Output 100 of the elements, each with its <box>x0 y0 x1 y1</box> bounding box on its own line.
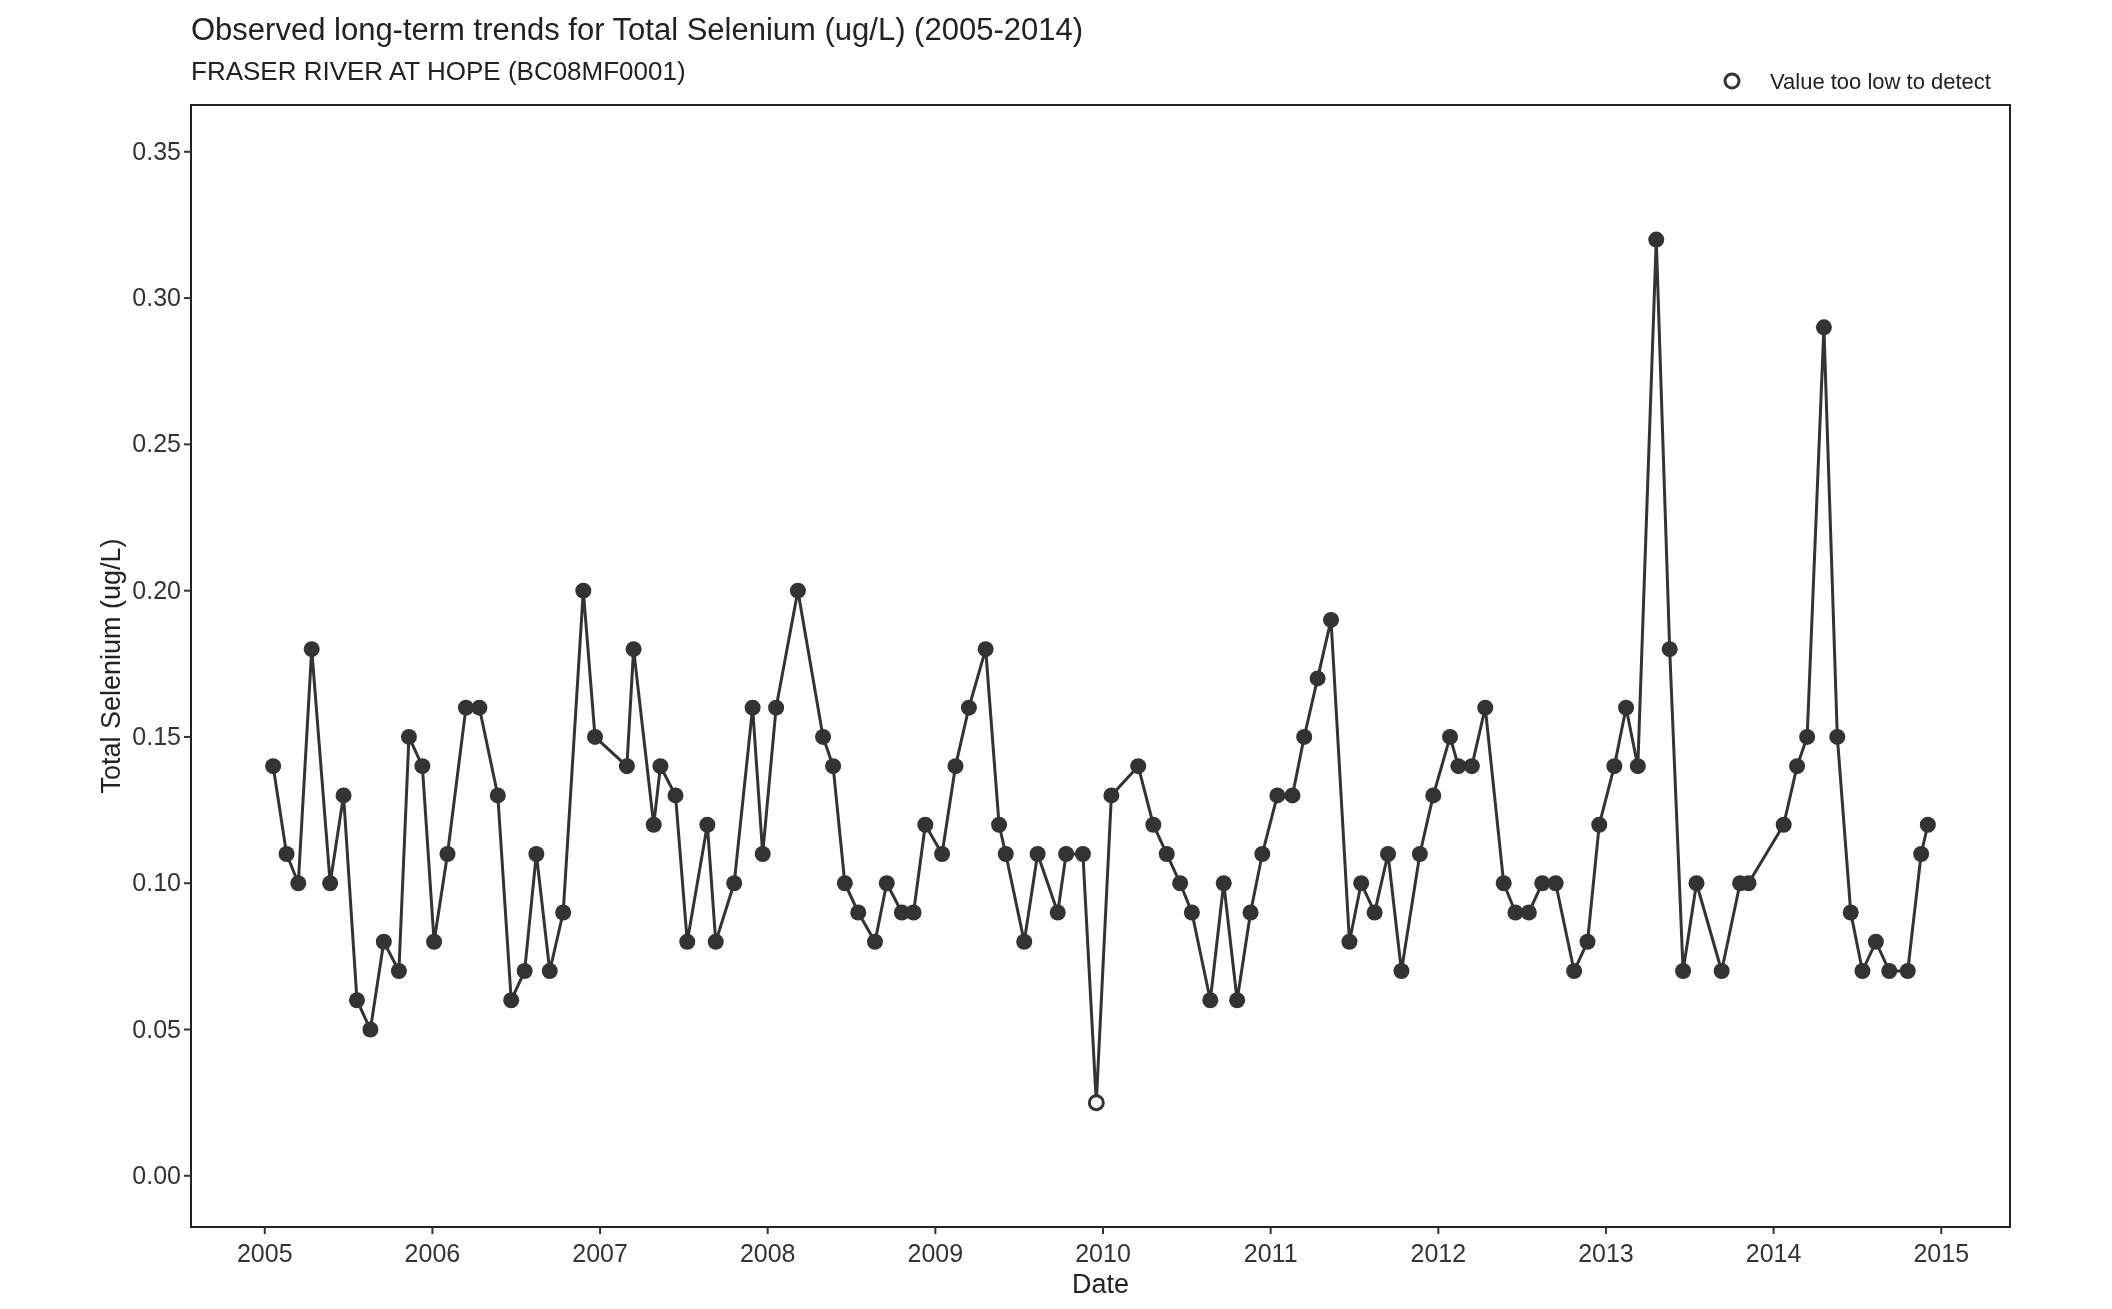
data-point <box>1284 787 1301 804</box>
data-point <box>265 758 282 775</box>
x-tick <box>431 1226 434 1235</box>
legend-label: Value too low to detect <box>1770 69 1991 94</box>
data-point <box>867 933 883 950</box>
data-point <box>1341 933 1358 950</box>
data-point <box>991 816 1008 833</box>
data-point <box>1254 846 1271 862</box>
y-tick-label: 0.05 <box>132 1014 181 1043</box>
y-tick-label: 0.00 <box>132 1160 181 1189</box>
y-tick <box>183 1028 192 1031</box>
data-point <box>1477 699 1494 716</box>
data-point <box>457 699 474 716</box>
data-point <box>997 846 1014 862</box>
data-point <box>1842 904 1859 921</box>
data-point <box>516 963 533 979</box>
data-point <box>400 728 417 745</box>
data-point <box>1495 875 1512 892</box>
data-point <box>1380 846 1396 862</box>
y-tick <box>183 882 192 885</box>
x-tick <box>766 1226 769 1235</box>
data-point <box>699 816 716 833</box>
data-point <box>1713 963 1730 979</box>
data-point <box>1606 758 1623 775</box>
y-axis-title: Total Selenium (ug/L) <box>96 538 126 794</box>
y-tick <box>183 443 192 446</box>
data-point <box>934 846 951 862</box>
data-point <box>1202 992 1219 1009</box>
y-tick <box>183 589 192 592</box>
data-point <box>1854 963 1871 979</box>
x-tick-label: 2007 <box>572 1239 628 1267</box>
data-point <box>836 875 853 892</box>
chart-title: Observed long-term trends for Total Selenium (ug/L) (2005-2014) <box>191 12 1083 47</box>
data-point <box>1675 963 1692 979</box>
data-point <box>1016 933 1033 950</box>
chart-subtitle: FRASER RIVER AT HOPE (BC08MF0001) <box>191 56 686 86</box>
x-tick-label: 2009 <box>907 1239 964 1267</box>
data-point <box>1648 231 1665 248</box>
data-point <box>555 904 572 921</box>
data-point <box>917 816 934 833</box>
x-tick <box>934 1226 937 1235</box>
data-point <box>1661 641 1678 658</box>
x-tick-label: 2012 <box>1410 1239 1467 1267</box>
x-tick-label: 2015 <box>1913 1239 1970 1267</box>
data-point <box>1450 758 1467 775</box>
data-point <box>1534 875 1551 892</box>
data-point <box>1867 933 1884 950</box>
data-point <box>1618 699 1635 716</box>
data-point <box>815 728 832 745</box>
hollow-data-point <box>1087 1094 1105 1112</box>
data-point <box>1029 846 1046 862</box>
data-point <box>290 875 307 892</box>
data-point <box>575 582 592 599</box>
data-point <box>439 846 456 862</box>
x-tick-label: 2006 <box>404 1239 461 1267</box>
data-point <box>1145 816 1162 833</box>
data-point <box>1215 875 1232 892</box>
y-tick <box>183 735 192 738</box>
data-point <box>1547 875 1564 892</box>
y-tick <box>183 150 192 153</box>
data-point <box>1158 846 1175 862</box>
data-point <box>375 933 392 950</box>
data-point <box>1296 728 1313 745</box>
data-point <box>1130 758 1147 775</box>
data-point <box>489 787 506 804</box>
data-point <box>1520 904 1537 921</box>
data-point <box>652 758 669 775</box>
data-point <box>960 699 977 716</box>
data-point <box>1242 904 1259 921</box>
y-tick <box>183 297 192 300</box>
y-tick-label: 0.15 <box>132 721 181 750</box>
data-point <box>1411 846 1428 862</box>
data-point <box>679 933 696 950</box>
data-point <box>744 699 761 716</box>
x-tick <box>1437 1226 1440 1235</box>
data-point <box>1172 875 1189 892</box>
data-point <box>1353 875 1370 892</box>
x-tick-label: 2005 <box>236 1239 293 1267</box>
x-tick-label: 2010 <box>1075 1239 1131 1267</box>
data-point <box>1103 787 1120 804</box>
y-tick-label: 0.20 <box>132 575 181 604</box>
data-point <box>645 816 662 833</box>
y-tick-label: 0.35 <box>132 136 181 165</box>
data-point <box>1881 963 1898 979</box>
data-point <box>303 641 320 658</box>
data-point <box>1629 758 1646 775</box>
data-point <box>1913 846 1930 862</box>
data-point <box>322 875 339 892</box>
x-tick-label: 2011 <box>1243 1239 1298 1267</box>
data-point <box>587 728 604 745</box>
x-tick <box>1269 1226 1272 1235</box>
x-tick-label: 2013 <box>1578 1239 1634 1267</box>
data-point <box>1919 816 1936 833</box>
data-point <box>426 933 443 950</box>
x-tick <box>599 1226 602 1235</box>
y-tick <box>183 1174 192 1177</box>
data-point <box>1366 904 1383 921</box>
data-point <box>1815 319 1832 336</box>
data-point <box>528 846 545 862</box>
x-tick-label: 2008 <box>739 1239 796 1267</box>
